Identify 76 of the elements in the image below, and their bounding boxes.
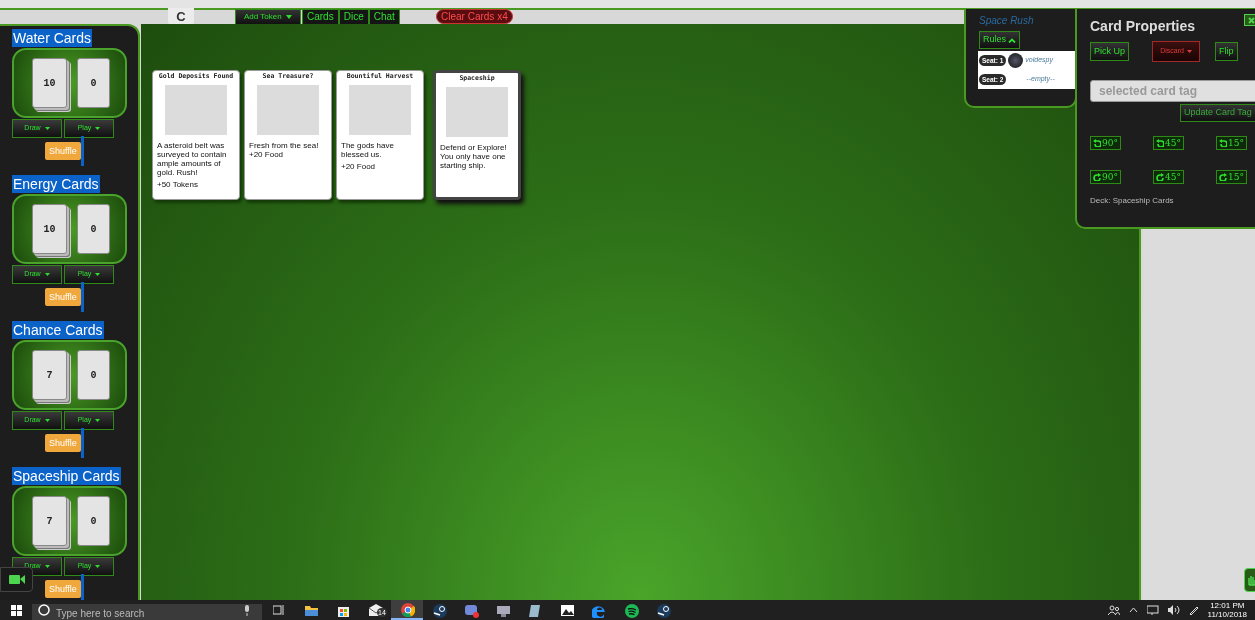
caret-icon — [44, 127, 50, 130]
discard-pile[interactable]: 0 — [77, 350, 110, 400]
tab[interactable]: Chat — [368, 9, 400, 25]
card-image-placeholder — [349, 85, 411, 135]
deck-title: Spaceship Cards — [12, 467, 121, 485]
notepad-icon — [527, 602, 543, 618]
caret-icon — [1186, 50, 1192, 53]
caret-icon — [95, 419, 101, 422]
taskbar-app[interactable] — [391, 600, 423, 620]
card-image-placeholder — [165, 85, 227, 135]
pick-up-button[interactable]: Pick Up — [1090, 42, 1129, 61]
caret-icon — [95, 273, 101, 276]
tag-field[interactable]: selected card tag — [1090, 80, 1255, 102]
tab[interactable]: Cards — [302, 9, 339, 25]
caret-icon — [95, 565, 101, 568]
rotate-button[interactable]: 45° — [1153, 170, 1184, 184]
search-field[interactable]: Type here to search — [32, 603, 262, 620]
flip-button[interactable]: Flip — [1215, 42, 1238, 61]
caret-icon — [95, 127, 101, 130]
clock-time: 12:01 PM — [1210, 601, 1245, 610]
rotate-right-icon — [1219, 173, 1227, 181]
discard-pile[interactable]: 0 — [77, 496, 110, 546]
deck-title: Chance Cards — [12, 321, 104, 339]
game-title: Space Rush — [979, 15, 1035, 27]
microphone-icon — [244, 605, 250, 616]
people-icon — [1107, 605, 1120, 615]
add-token-button[interactable]: Add Token — [235, 9, 301, 25]
search-icon — [38, 604, 50, 616]
discard-pile[interactable]: 0 — [77, 58, 110, 108]
hand-button[interactable] — [1244, 568, 1255, 592]
rules-button[interactable]: Rules — [979, 31, 1020, 49]
update-tag-button[interactable]: Update Card Tag — [1180, 104, 1255, 122]
clock-date: 11/10/2018 — [1207, 610, 1247, 619]
card-image-placeholder — [446, 87, 508, 137]
caret-icon — [44, 419, 50, 422]
tab[interactable]: Dice — [338, 9, 369, 25]
caret-icon — [44, 565, 50, 568]
caret-icon — [44, 273, 50, 276]
rotate-left-icon — [1156, 139, 1164, 147]
card-text: +50 Tokens — [157, 180, 199, 189]
rotate-button[interactable]: 15° — [1216, 170, 1247, 184]
card-text: A asteroid belt was surveyed to contain ample amounts of gold. Rush! — [157, 141, 228, 177]
chevron-up-icon — [1008, 37, 1016, 43]
chat-bubble-icon — [463, 602, 479, 618]
deck-title: Energy Cards — [12, 175, 100, 193]
rotate-left-icon — [1219, 139, 1227, 147]
card-text: The gods have blessed us. — [341, 141, 395, 159]
deck-title: Water Cards — [12, 29, 93, 47]
panel-title: Card Properties — [1090, 17, 1196, 35]
chevron-up-icon — [1128, 607, 1138, 613]
network-icon — [1146, 605, 1159, 615]
rotate-button[interactable]: 90° — [1090, 170, 1121, 184]
clear-cards-button[interactable]: Clear Cards x4 — [436, 9, 513, 24]
windows-icon — [10, 604, 22, 616]
card-image-placeholder — [257, 85, 319, 135]
close-icon — [1247, 16, 1255, 24]
video-camera-button[interactable] — [0, 567, 33, 592]
rotate-right-icon — [1156, 173, 1164, 181]
card-text: Defend or Explore! You only have one starting ship. — [440, 143, 508, 170]
video-camera-icon — [8, 574, 25, 585]
close-button[interactable] — [1244, 14, 1255, 26]
card-text: Fresh from the sea! +20 Food — [249, 141, 320, 159]
discard-pile[interactable]: 0 — [77, 204, 110, 254]
pen-icon — [1188, 605, 1199, 615]
rotate-button[interactable]: 90° — [1090, 136, 1121, 150]
sound-waves-icon — [623, 602, 639, 618]
rotate-left-icon — [1093, 139, 1101, 147]
caret-icon — [285, 15, 292, 19]
rotate-button[interactable]: 45° — [1153, 136, 1184, 150]
card-text: +20 Food — [341, 162, 377, 171]
deck-label: Deck: Spaceship Cards — [1090, 195, 1175, 207]
hand-icon — [1246, 574, 1255, 586]
speaker-icon — [1167, 605, 1180, 615]
rotate-button[interactable]: 15° — [1216, 136, 1247, 150]
rotate-right-icon — [1093, 173, 1101, 181]
task-view-icon[interactable] — [272, 605, 285, 615]
